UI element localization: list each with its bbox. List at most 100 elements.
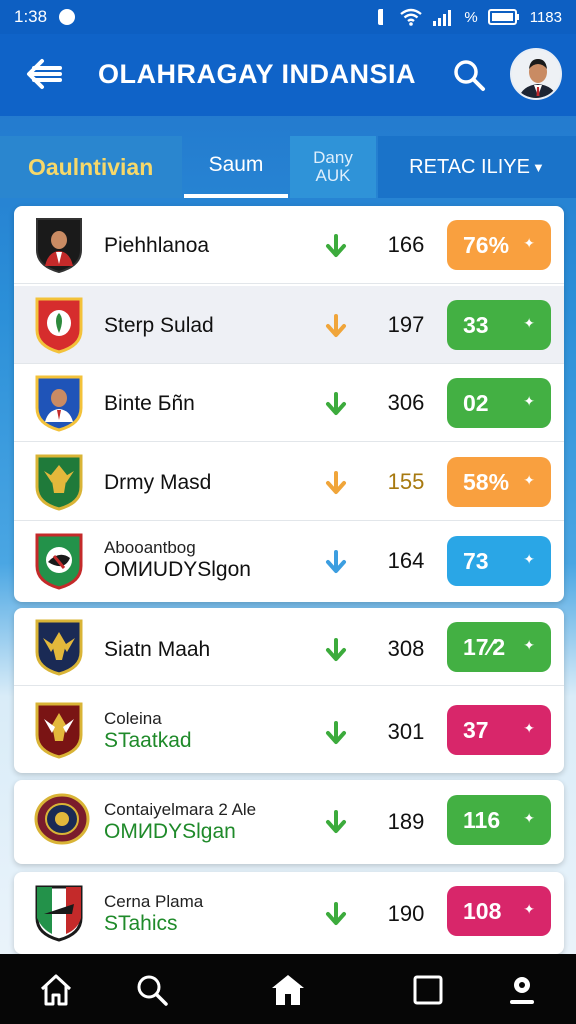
- vibrate-icon: [378, 9, 389, 25]
- list-item[interactable]: Contaiyelmara 2 Ale ОМИDYSlgan 189 116 ✦: [14, 780, 564, 864]
- sparkle-icon: ✦: [523, 472, 535, 488]
- sparkle-icon: ✦: [523, 810, 535, 826]
- team-score: 306: [387, 390, 425, 415]
- home-icon: [40, 974, 72, 1006]
- team-score: 166: [387, 232, 425, 257]
- team-score: 197: [387, 312, 425, 337]
- trend-down-icon: [326, 550, 346, 573]
- team-crest-icon: [35, 702, 83, 759]
- rating-badge[interactable]: 58% ✦: [447, 457, 551, 507]
- chevron-down-icon: ▼: [531, 159, 545, 175]
- team-crest-icon: [36, 218, 82, 274]
- tab-bar: Oaulntivian Saum Dany AUK RETAC ILIYE ▼: [0, 136, 576, 198]
- team-score: 164: [387, 548, 425, 573]
- team-score: 190: [387, 901, 425, 926]
- rating-badge[interactable]: 17⁄2 ✦: [447, 622, 551, 672]
- user-photo-icon: [512, 50, 560, 98]
- rating-badge[interactable]: 33 ✦: [447, 300, 551, 350]
- sparkle-icon: ✦: [523, 637, 535, 653]
- rating-value: 58%: [463, 468, 510, 495]
- team-crest-icon: [35, 454, 83, 511]
- nav-search-button[interactable]: [134, 972, 170, 1008]
- list-item[interactable]: Drmy Masd 155 58% ✦: [14, 443, 564, 521]
- team-score: 301: [387, 719, 425, 744]
- rating-badge[interactable]: 73 ✦: [447, 536, 551, 586]
- tab-label: RETAC ILIYE: [409, 155, 530, 178]
- rating-value: 73: [463, 547, 489, 574]
- profile-icon: [510, 977, 534, 1004]
- standings-card: Contaiyelmara 2 Ale ОМИDYSlgan 189 116 ✦: [14, 780, 564, 864]
- sparkle-icon: ✦: [523, 235, 535, 251]
- tab-dany-auk[interactable]: Dany AUK: [290, 136, 376, 198]
- rating-value: 17⁄2: [463, 633, 506, 660]
- rating-value: 02: [463, 389, 489, 416]
- team-score: 308: [387, 636, 425, 661]
- rating-badge[interactable]: 37 ✦: [447, 705, 551, 755]
- rating-badge[interactable]: 02 ✦: [447, 378, 551, 428]
- sparkle-icon: ✦: [523, 551, 535, 567]
- avatar[interactable]: [510, 48, 562, 100]
- nav-profile-button[interactable]: [504, 972, 540, 1008]
- tab-label-line1: Dany: [313, 148, 353, 167]
- list-item[interactable]: Siatn Maah 308 17⁄2 ✦: [14, 608, 564, 686]
- wifi-icon: [400, 8, 423, 26]
- team-name: Piehhlanoa: [104, 234, 210, 257]
- trend-down-icon: [326, 314, 346, 337]
- status-time: 1:38: [14, 7, 48, 26]
- list-item[interactable]: Cerna Plama STahics 190 108 ✦: [14, 872, 564, 954]
- store-icon: [272, 975, 304, 1005]
- list-item[interactable]: Piehhlanoa 166 76% ✦: [14, 206, 564, 284]
- rating-value: 108: [463, 897, 502, 924]
- team-name: Contaiyelmara 2 Ale ОМИDYSlgan: [104, 800, 257, 843]
- team-name: Abooantbog ОМИUDYSlgon: [104, 538, 251, 581]
- team-score: 189: [387, 809, 425, 834]
- tab-retac-iliye-dropdown[interactable]: RETAC ILIYE ▼: [378, 136, 576, 198]
- signal-icon: [433, 10, 452, 26]
- battery-icon: [487, 9, 519, 25]
- rating-value: 116: [463, 806, 501, 833]
- list-item[interactable]: Abooantbog ОМИUDYSlgon 164 73 ✦: [14, 522, 564, 600]
- tab-oaulntivian[interactable]: Oaulntivian: [0, 136, 182, 198]
- rating-value: 37: [463, 716, 489, 743]
- team-crest-icon: [35, 885, 83, 942]
- rating-badge[interactable]: 116 ✦: [447, 795, 551, 845]
- tab-label: Oaulntivian: [28, 153, 154, 180]
- standings-card: Siatn Maah 308 17⁄2 ✦ Coleina STaatkad 30…: [14, 608, 564, 773]
- standings-card: Cerna Plama STahics 190 108 ✦: [14, 872, 564, 954]
- trend-down-icon: [326, 638, 346, 661]
- notification-icon: [59, 9, 76, 25]
- sparkle-icon: ✦: [523, 393, 535, 409]
- back-button[interactable]: [26, 58, 64, 90]
- team-crest-icon: [34, 793, 90, 845]
- nav-home-button[interactable]: [38, 972, 74, 1008]
- nav-recents-button[interactable]: [410, 972, 446, 1008]
- list-item[interactable]: Coleina STaatkad 301 37 ✦: [14, 691, 564, 769]
- sparkle-icon: ✦: [523, 901, 535, 917]
- list-item[interactable]: Binte Бñn 306 02 ✦: [14, 364, 564, 442]
- trend-down-icon: [326, 810, 346, 833]
- bottom-navigation: [0, 954, 576, 1024]
- team-name: Binte Бñn: [104, 392, 195, 415]
- battery-level: 1183: [529, 8, 562, 26]
- rating-value: 33: [463, 311, 489, 338]
- sparkle-icon: ✦: [523, 315, 535, 331]
- rating-badge[interactable]: 108 ✦: [447, 886, 551, 936]
- tab-label-line2: AUK: [315, 166, 351, 185]
- list-item[interactable]: Sterp Sulad 197 33 ✦: [14, 286, 564, 364]
- status-bar: 1:38 % 1183: [0, 0, 576, 34]
- square-icon: [413, 975, 443, 1005]
- trend-down-icon: [326, 471, 346, 494]
- rating-value: 76%: [463, 231, 510, 258]
- app-screen: 1:38 % 1183 OLAHRAGAY INDANSIA Oaulntivi…: [0, 0, 576, 1024]
- tab-label: Saum: [208, 153, 264, 176]
- tab-saum[interactable]: Saum: [184, 136, 288, 198]
- search-button[interactable]: [452, 58, 486, 92]
- team-crest-icon: [35, 297, 83, 354]
- app-bar: OLAHRAGAY INDANSIA: [0, 34, 576, 116]
- rating-badge[interactable]: 76% ✦: [447, 220, 551, 270]
- team-score: 155: [387, 469, 425, 494]
- team-crest-icon: [35, 533, 83, 590]
- nav-store-button[interactable]: [270, 972, 306, 1008]
- team-name: Cerna Plama STahics: [104, 892, 204, 935]
- trend-down-icon: [326, 234, 346, 257]
